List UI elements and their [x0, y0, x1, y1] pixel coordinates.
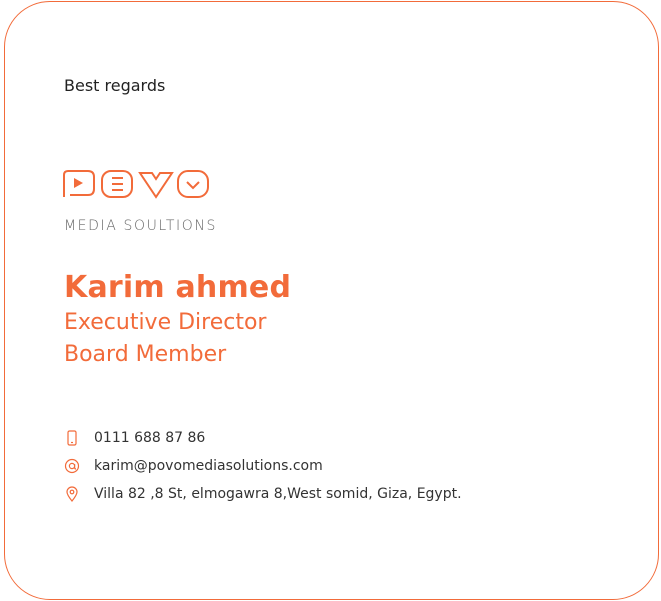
contact-address[interactable]: Villa 82 ,8 St, elmogawra 8,West somid, … — [64, 486, 462, 502]
greeting-text: Best regards — [64, 76, 166, 95]
person-name: Karim ahmed — [64, 270, 292, 305]
at-sign-icon — [64, 458, 80, 474]
contact-phone[interactable]: 0111 688 87 86 — [64, 430, 205, 446]
chevron-down-icon — [186, 181, 200, 190]
location-pin-icon — [66, 486, 78, 502]
logo-letter-v — [138, 172, 174, 199]
address-text: Villa 82 ,8 St, elmogawra 8,West somid, … — [94, 486, 462, 502]
logo-tagline: MEDIA SOULTIONS — [64, 218, 217, 234]
phone-text: 0111 688 87 86 — [94, 430, 206, 446]
person-role: Board Member — [64, 342, 227, 367]
logo-letter-o2 — [177, 170, 209, 198]
person-title: Executive Director — [64, 310, 267, 335]
contact-email[interactable]: karim@povomediasolutions.com — [64, 458, 323, 474]
email-text: karim@povomediasolutions.com — [94, 458, 323, 474]
play-icon — [74, 178, 83, 188]
phone-icon — [67, 430, 77, 446]
